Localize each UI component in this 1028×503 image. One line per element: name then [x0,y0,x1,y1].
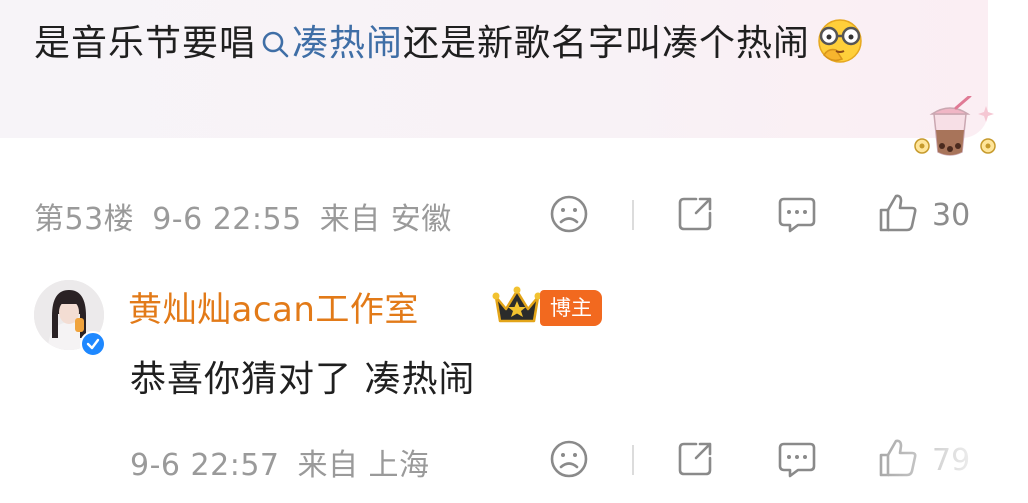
host-badge: 博主 [540,290,602,326]
comment-text-part: 是音乐节要唱 [34,23,257,64]
like-icon [876,191,920,239]
reply-text: 恭喜你猜对了 凑热闹 [130,359,476,400]
comment-meta: 第53楼 9-6 22:55 来自 安徽 [34,194,452,238]
boba-sticker-icon [910,94,1002,166]
bottom-fade [840,430,1028,503]
like-button[interactable]: 30 [876,191,970,239]
action-divider [632,200,634,230]
reply-meta: 9-6 22:57 来自 上海 [130,440,430,484]
comment-text: 是音乐节要唱 凑热闹还是新歌名字叫凑个热闹 [34,16,954,82]
sad-face-icon [548,193,590,239]
crown-icon [490,285,544,331]
comment-text-part: 还是新歌名字叫凑个热闹 [403,23,811,64]
action-divider [632,445,634,475]
comment-date: 9-6 22:55 [152,202,302,237]
reply-button[interactable] [776,438,818,484]
dislike-button[interactable] [548,193,590,239]
comment-location: 来自 安徽 [319,202,452,237]
floor-number: 第53楼 [34,202,135,237]
share-button[interactable] [674,193,716,239]
comment-icon [776,438,818,484]
thinking-emoji-icon [814,17,866,82]
dislike-button[interactable] [548,438,590,484]
search-icon[interactable] [260,20,290,76]
sad-face-icon [548,438,590,484]
reply-location: 来自 上海 [297,448,430,483]
comment-icon [776,193,818,239]
like-count: 30 [932,197,971,233]
share-button[interactable] [674,438,716,484]
share-icon [674,193,716,239]
verified-icon [80,331,106,357]
share-icon [674,438,716,484]
reply-author-name[interactable]: 黄灿灿acan工作室 [128,282,419,331]
reply-date: 9-6 22:57 [130,448,280,483]
topic-link[interactable]: 凑热闹 [292,23,403,64]
reply-button[interactable] [776,193,818,239]
